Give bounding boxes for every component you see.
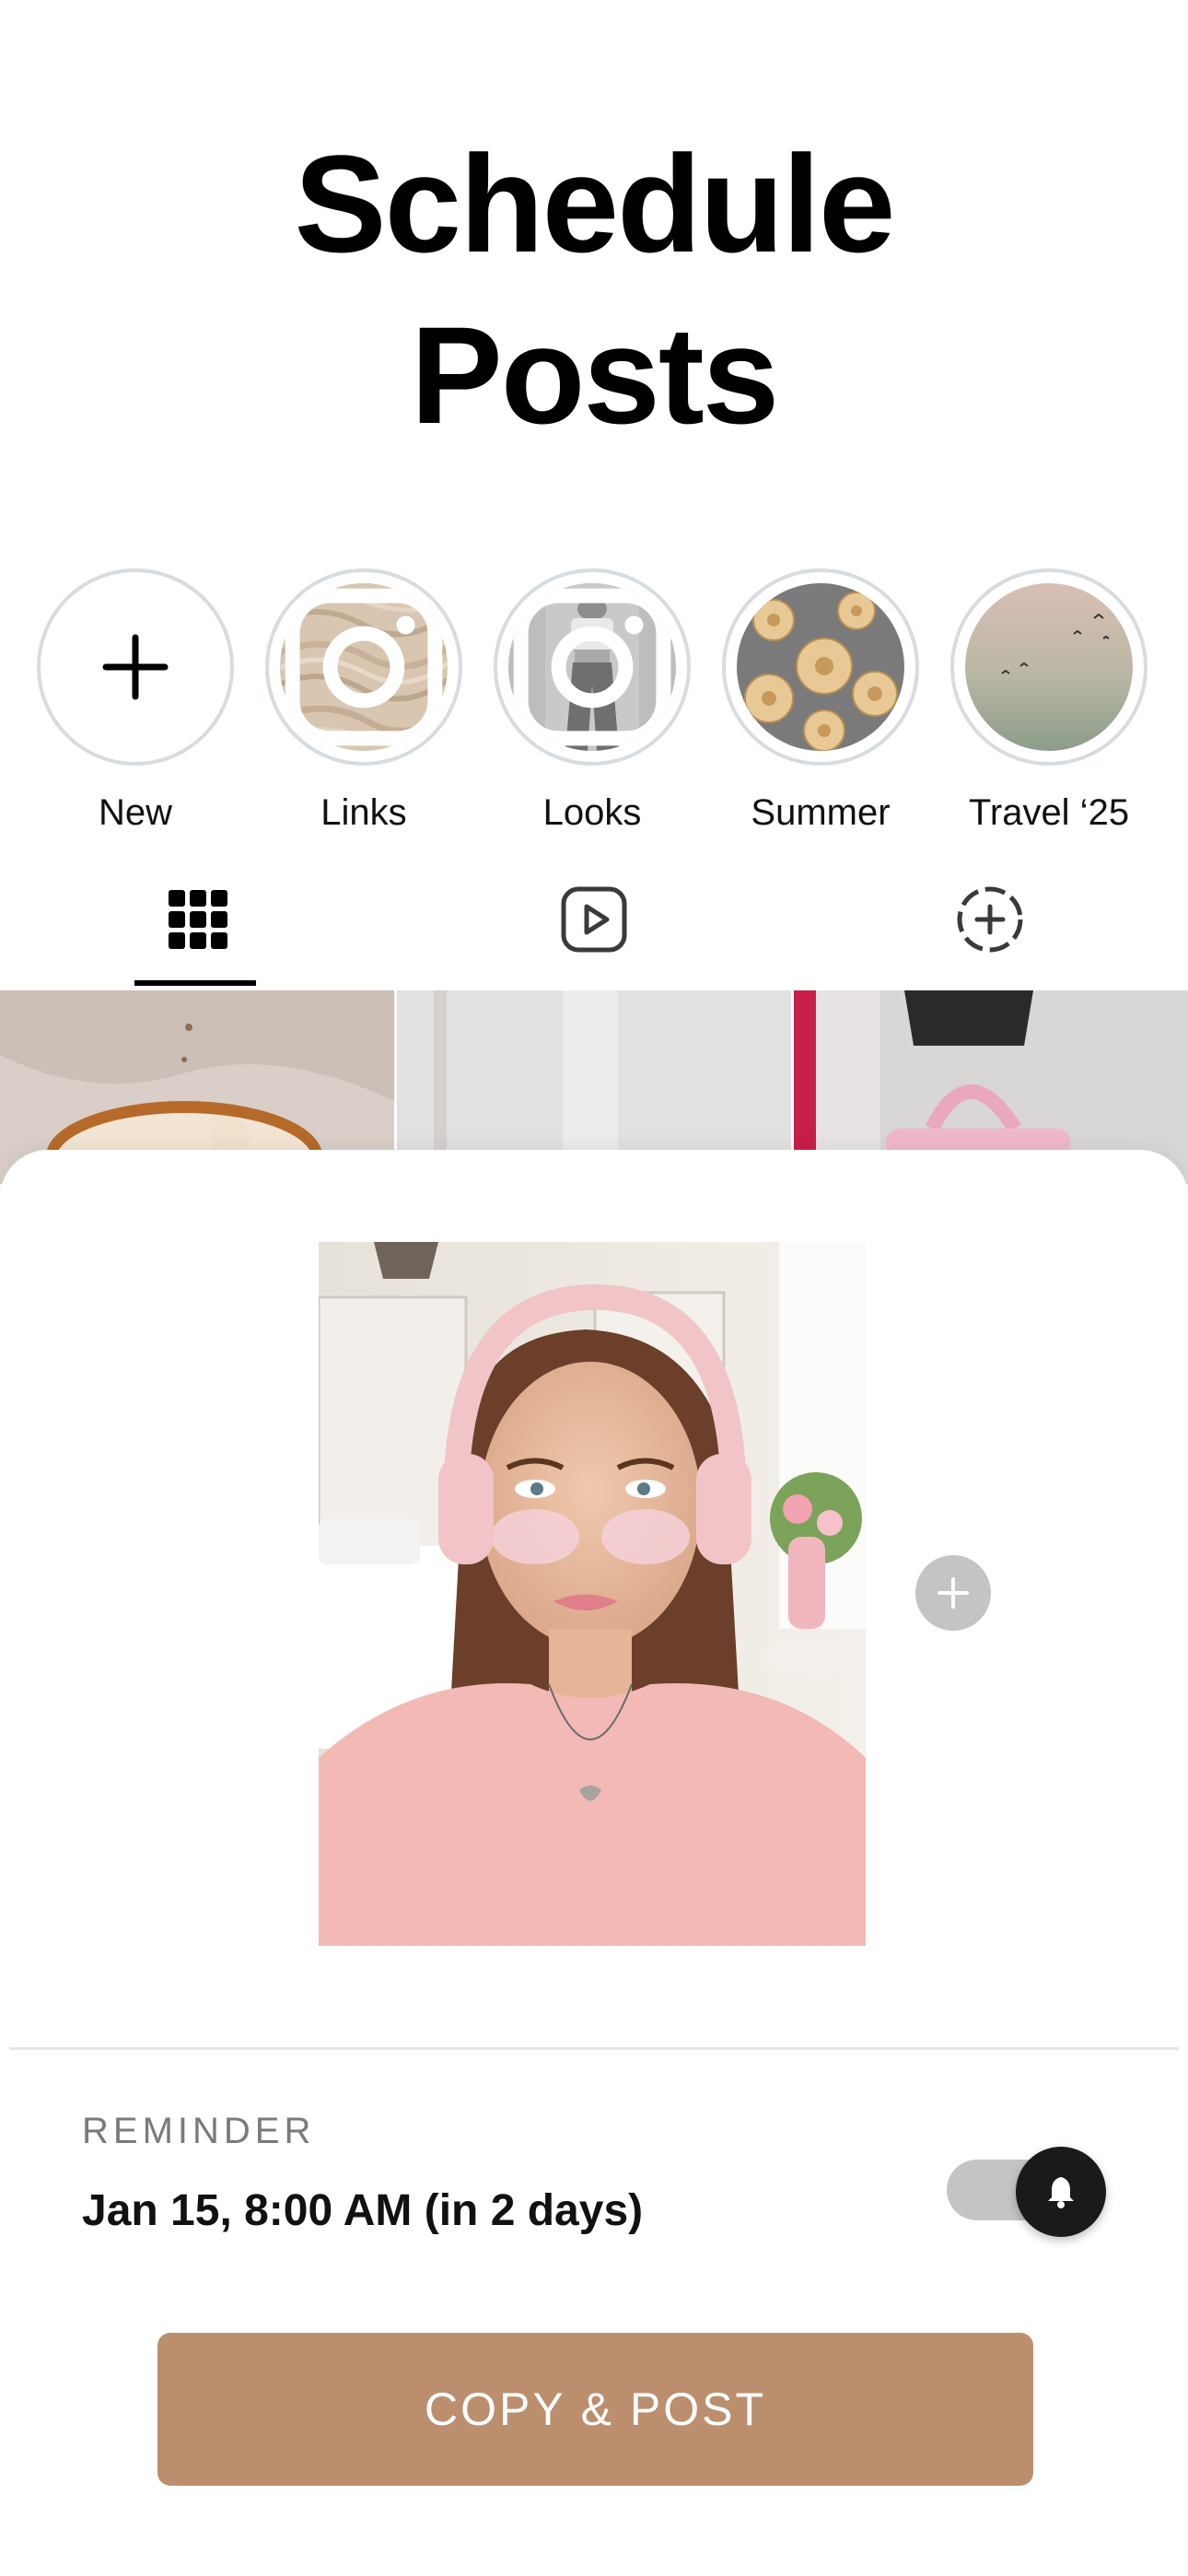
highlight-label: Looks xyxy=(542,792,642,833)
highlight-ring xyxy=(722,568,919,766)
tab-add[interactable] xyxy=(792,871,1188,990)
highlight-cover-travel xyxy=(965,583,1133,751)
instagram-icon xyxy=(513,588,671,746)
instagram-icon xyxy=(285,588,443,746)
tab-selected-indicator xyxy=(134,980,256,986)
page-title: Schedule Posts xyxy=(0,118,1188,461)
highlight-ring xyxy=(950,568,1147,766)
copy-and-post-button[interactable]: COPY & POST xyxy=(157,2333,1033,2486)
reminder-datetime[interactable]: Jan 15, 8:00 AM (in 2 days) xyxy=(82,2184,643,2239)
profile-tabs xyxy=(0,871,1188,990)
divider xyxy=(9,2047,1179,2050)
highlight-ring xyxy=(265,568,462,766)
grid-icon xyxy=(169,890,227,949)
highlight-label: New xyxy=(98,792,173,833)
highlights-row: New Links Looks Summer Travel ‘25 xyxy=(0,568,1188,845)
highlight-ring xyxy=(37,568,234,766)
post-media-preview[interactable] xyxy=(319,1242,866,1946)
highlight-ring xyxy=(494,568,691,766)
toggle-knob xyxy=(1016,2147,1106,2237)
add-media-button[interactable] xyxy=(915,1555,991,1631)
highlight-cover-looks xyxy=(508,583,676,751)
schedule-sheet: REMINDER Jan 15, 8:00 AM (in 2 days) COP… xyxy=(0,1150,1188,2576)
highlight-label: Summer xyxy=(751,792,891,833)
highlight-cover-sand xyxy=(280,583,448,751)
plus-icon xyxy=(102,634,169,700)
page-title-line-2: Posts xyxy=(410,298,779,452)
add-circle-dashed-icon xyxy=(957,886,1023,953)
reels-icon xyxy=(561,886,627,953)
bell-icon xyxy=(1048,2177,1074,2208)
tab-reels[interactable] xyxy=(396,871,792,990)
reminder-toggle[interactable] xyxy=(947,2141,1106,2242)
reminder-label: REMINDER xyxy=(82,2111,316,2151)
plus-icon xyxy=(938,1577,969,1609)
highlight-label: Travel ‘25 xyxy=(968,792,1130,833)
highlight-label: Links xyxy=(320,792,407,833)
page-title-line-1: Schedule xyxy=(294,126,896,281)
tab-grid[interactable] xyxy=(0,871,396,990)
highlight-cover-summer xyxy=(737,583,904,751)
